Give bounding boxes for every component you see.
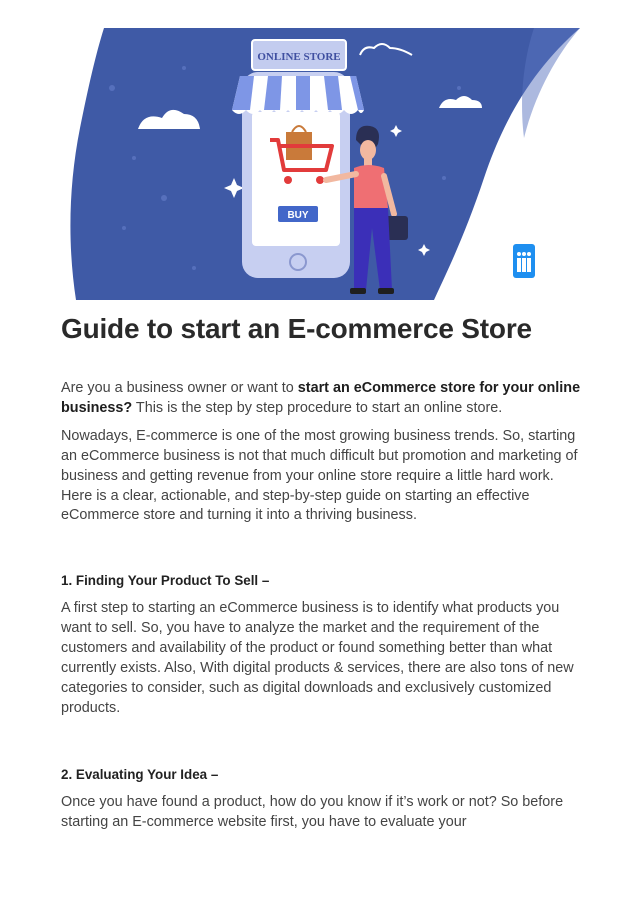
section-heading-1: 1. Finding Your Product To Sell – [61,573,270,589]
brand-logo-icon [510,240,538,282]
hero-illustration: ONLINE STORE BUY [64,28,580,300]
article: Guide to start an E-commerce Store Are y… [61,312,581,833]
online-store-sign: ONLINE STORE [257,51,340,63]
section-body-2: Once you have found a product, how do yo… [61,793,564,830]
intro-text-before: Are you a business owner or want to [61,380,298,396]
intro-paragraph: Are you a business owner or want to star… [61,379,581,419]
section-body-1: A first step to starting an eCommerce bu… [61,600,574,716]
store-awning [232,76,364,114]
section-heading-2: 2. Evaluating Your Idea – [61,766,219,782]
intro-text-after: This is the step by step procedure to st… [132,399,503,416]
overview-paragraph: Nowadays, E-commerce is one of the most … [61,427,578,524]
buy-label: BUY [287,210,308,221]
article-title: Guide to start an E-commerce Store [61,313,532,344]
